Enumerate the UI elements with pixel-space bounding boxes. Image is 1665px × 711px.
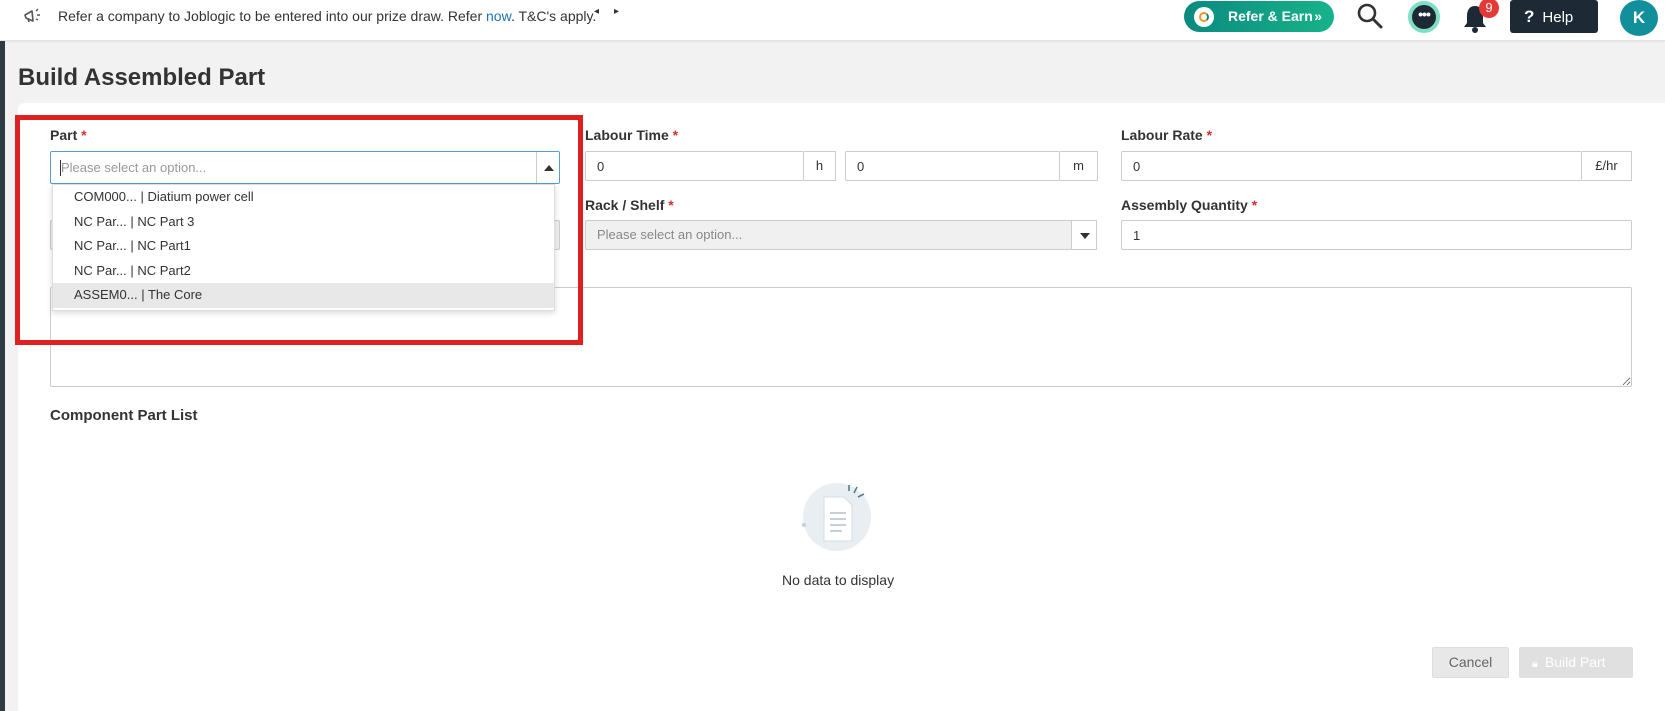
rack-shelf-placeholder: Please select an option... [597, 227, 743, 242]
help-label: Help [1542, 9, 1574, 26]
megaphone-icon [24, 8, 40, 23]
lock-icon: 🔒︎ [1532, 658, 1538, 670]
refer-earn-label: Refer & Earn [1228, 8, 1313, 24]
part-label: Part * [50, 127, 87, 143]
hours-unit: h [804, 151, 836, 181]
labour-time-label-text: Labour Time [585, 127, 669, 143]
refer-logo-icon [1194, 7, 1214, 27]
next-icon[interactable]: ▸ [614, 6, 619, 17]
build-part-label: Build Part [1544, 654, 1606, 670]
labour-time-label: Labour Time * [585, 127, 678, 143]
dropdown-option-highlighted[interactable]: ASSEM0... | The Core [53, 283, 554, 308]
chevron-down-icon[interactable] [1071, 220, 1097, 250]
dropdown-option[interactable]: NC Par... | NC Part2 [53, 259, 554, 284]
labour-hours-input[interactable] [585, 151, 804, 181]
required-mark: * [668, 197, 674, 213]
minutes-unit: m [1060, 151, 1098, 181]
chat-icon[interactable]: ••• [1408, 1, 1440, 33]
assembly-quantity-label-text: Assembly Quantity [1121, 197, 1248, 213]
promo-suffix: . T&C's apply. [510, 8, 597, 24]
sidebar-edge [0, 41, 5, 711]
labour-rate-input[interactable] [1121, 151, 1582, 181]
text-cursor [60, 160, 61, 176]
chat-dots-icon: ••• [1412, 5, 1436, 29]
rack-shelf-select[interactable]: Please select an option... [585, 220, 1072, 250]
rack-shelf-label-text: Rack / Shelf [585, 197, 665, 213]
required-mark: * [672, 127, 679, 143]
assembly-quantity-label: Assembly Quantity * [1121, 197, 1257, 213]
part-dropdown: COM000... | Diatium power cell NC Par...… [52, 184, 555, 311]
help-button[interactable]: ? Help [1510, 0, 1598, 33]
double-chevron-icon: » [1314, 8, 1322, 24]
promo-link[interactable]: now [486, 8, 511, 24]
part-select[interactable]: Please select an option... [50, 151, 560, 184]
promo-text: Refer a company to Joblogic to be entere… [58, 8, 487, 24]
top-bar: Refer a company to Joblogic to be entere… [0, 0, 1665, 41]
no-data-icon [802, 483, 871, 551]
component-list-title: Component Part List [50, 407, 198, 424]
part-label-text: Part [50, 127, 78, 143]
notification-badge: 9 [1479, 0, 1499, 18]
notifications-button[interactable]: 9 [1462, 0, 1499, 34]
build-part-button[interactable]: 🔒︎ Build Part [1519, 647, 1633, 678]
prev-icon[interactable]: ◂ [594, 6, 599, 17]
required-mark: * [1251, 197, 1258, 213]
promo-banner: Refer a company to Joblogic to be entere… [58, 8, 596, 24]
labour-rate-label: Labour Rate * [1121, 127, 1212, 143]
assembly-quantity-input[interactable] [1121, 220, 1632, 250]
page-title: Build Assembled Part [18, 64, 266, 91]
required-mark: * [1206, 127, 1213, 143]
labour-rate-label-text: Labour Rate [1121, 127, 1203, 143]
rate-unit: £/hr [1582, 151, 1632, 181]
dropdown-option[interactable]: NC Par... | NC Part 3 [53, 210, 554, 235]
rack-shelf-label: Rack / Shelf * [585, 197, 674, 213]
labour-minutes-input[interactable] [845, 151, 1060, 181]
avatar[interactable]: K [1620, 0, 1658, 36]
dropdown-option[interactable]: NC Par... | NC Part1 [53, 234, 554, 259]
dropdown-option[interactable]: COM000... | Diatium power cell [53, 185, 554, 210]
search-icon[interactable] [1356, 2, 1384, 30]
no-data-text: No data to display [782, 572, 895, 588]
refer-earn-button[interactable]: Refer & Earn » [1184, 1, 1334, 32]
question-icon: ? [1524, 7, 1535, 26]
required-mark: * [81, 127, 87, 143]
cancel-button[interactable]: Cancel [1432, 647, 1509, 678]
chevron-up-icon[interactable] [536, 152, 560, 183]
part-placeholder: Please select an option... [61, 160, 207, 175]
